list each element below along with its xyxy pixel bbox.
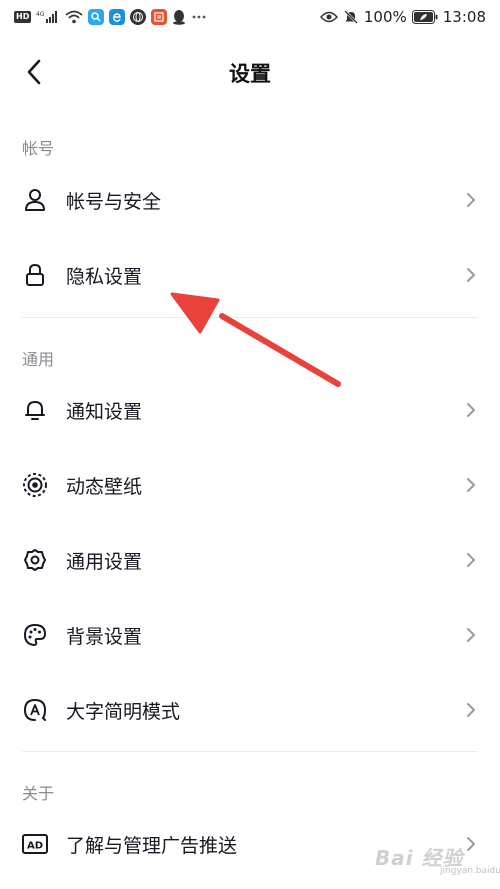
annotation-arrow [170,292,341,387]
watermark-url: jingyan.baidu.com [440,866,500,876]
